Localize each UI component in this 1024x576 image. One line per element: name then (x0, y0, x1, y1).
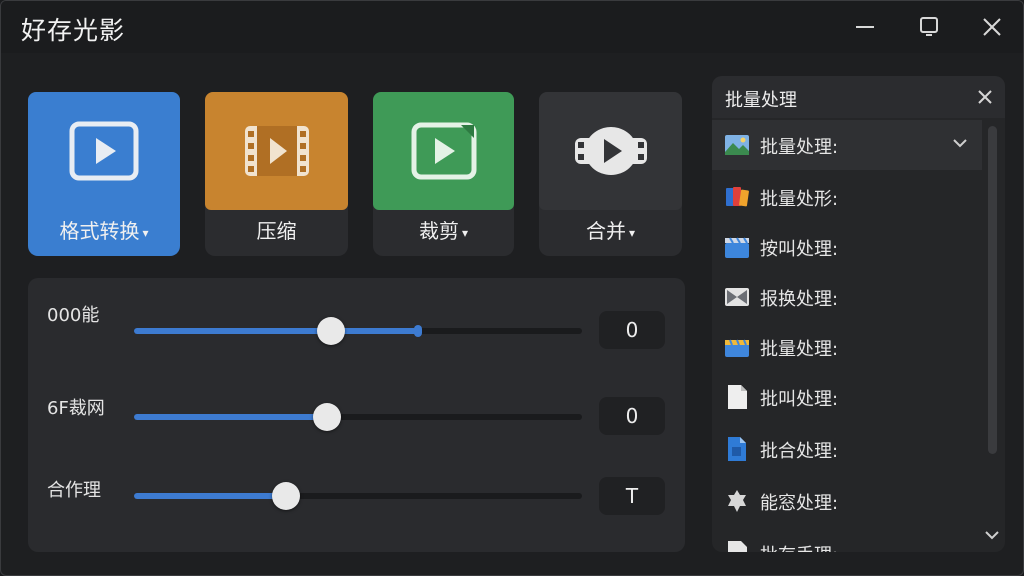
chevron-down-icon (985, 531, 999, 540)
slider-1-knob[interactable] (317, 317, 346, 345)
bowtie-icon (725, 288, 749, 306)
tile-label-crop: 裁剪 ▾ (418, 219, 469, 243)
blue-file-icon (728, 437, 746, 461)
slider-1-value[interactable]: 0 (599, 311, 665, 349)
maximize-button[interactable] (912, 11, 946, 43)
slider-1-marker (414, 325, 423, 337)
crop-video-icon (411, 122, 476, 180)
format-convert-icon-area (28, 92, 180, 210)
merge-tile[interactable]: 合并 ▾ (539, 92, 682, 256)
video-play-icon (69, 121, 139, 181)
slider-3-fill (134, 493, 287, 499)
folder-icon (725, 339, 749, 357)
color-books-icon (726, 187, 749, 207)
clapper-icon (725, 237, 749, 258)
document-icon (728, 385, 747, 409)
batch-panel: 批量处理 批量处理: 批量处形: 按叫处理: 报换处理: 批量处理: 批叫处理:… (712, 76, 1005, 552)
slider-1[interactable] (134, 317, 582, 345)
adjustment-panel: 000能 0 6F裁网 0 合作理 T (28, 278, 685, 552)
batch-item[interactable]: 批量处理: (712, 120, 982, 170)
merge-reel-icon (574, 127, 647, 175)
chevron-down-icon (953, 139, 967, 148)
batch-item[interactable]: 批量处形: (712, 172, 982, 222)
batch-panel-close-button[interactable] (975, 87, 995, 107)
batch-panel-header: 批量处理 (712, 76, 1005, 118)
slider-label-2: 6F裁网 (47, 398, 105, 419)
document-icon (728, 541, 747, 552)
batch-item[interactable]: 按叫处理: (712, 222, 982, 272)
slider-3-knob[interactable] (272, 482, 301, 510)
format-convert-tile[interactable]: 格式转换 ▾ (28, 92, 180, 256)
slider-3[interactable] (134, 482, 582, 510)
batch-panel-title: 批量处理 (725, 90, 797, 111)
batch-item-label: 批叫处理: (760, 389, 839, 410)
app-window: 好存光影 格式转换 ▾ 压缩 裁剪 ▾ 合并 ▾ 000能 0 6F裁网 0 合… (0, 0, 1024, 576)
gear-badge-icon (728, 490, 746, 512)
minimize-button[interactable] (848, 11, 882, 43)
slider-1-fill (134, 328, 419, 334)
batch-item-label: 批量处形: (760, 189, 839, 210)
batch-item[interactable]: 批合处理: (712, 424, 982, 474)
film-strip-icon (244, 126, 309, 176)
batch-item[interactable]: 批存手理: (712, 528, 982, 552)
close-icon (983, 18, 1001, 36)
tile-label-compress: 压缩 (256, 219, 297, 243)
batch-item-label: 批存手理: (760, 541, 838, 552)
scroll-down-button[interactable] (984, 526, 1000, 545)
maximize-icon (920, 17, 938, 36)
batch-item[interactable]: 批叫处理: (712, 372, 982, 422)
slider-2-knob[interactable] (312, 403, 341, 431)
compress-icon-area (205, 92, 348, 210)
batch-item-label: 批量处理: (760, 137, 839, 158)
batch-item-label: 报换处理: (760, 289, 839, 310)
title-bar: 好存光影 (1, 1, 1023, 53)
slider-2-fill (134, 414, 327, 420)
compress-tile[interactable]: 压缩 (205, 92, 348, 256)
app-title: 好存光影 (21, 16, 126, 45)
batch-item-label: 按叫处理: (760, 239, 839, 260)
slider-3-value[interactable]: T (599, 477, 665, 515)
tile-label-merge: 合并 ▾ (585, 219, 636, 243)
close-button[interactable] (975, 11, 1009, 43)
merge-icon-area (539, 92, 682, 210)
minimize-icon (856, 26, 874, 28)
slider-2-value[interactable]: 0 (599, 397, 665, 435)
batch-item[interactable]: 能窓处理: (712, 476, 982, 526)
close-icon (978, 90, 992, 104)
slider-2[interactable] (134, 403, 582, 431)
batch-item-label: 批合处理: (760, 441, 839, 462)
batch-item-label: 能窓处理: (760, 493, 839, 514)
batch-item[interactable]: 批量处理: (712, 322, 982, 372)
landscape-image-icon (725, 135, 749, 155)
slider-label-1: 000能 (47, 305, 100, 326)
slider-label-3: 合作理 (47, 480, 101, 501)
batch-panel-scrollbar[interactable] (988, 126, 997, 454)
crop-icon-area (373, 92, 514, 210)
batch-item[interactable]: 报换处理: (712, 272, 982, 322)
tile-label-format: 格式转换 ▾ (59, 219, 149, 243)
batch-item-label: 批量处理: (760, 339, 839, 360)
crop-tile[interactable]: 裁剪 ▾ (373, 92, 514, 256)
